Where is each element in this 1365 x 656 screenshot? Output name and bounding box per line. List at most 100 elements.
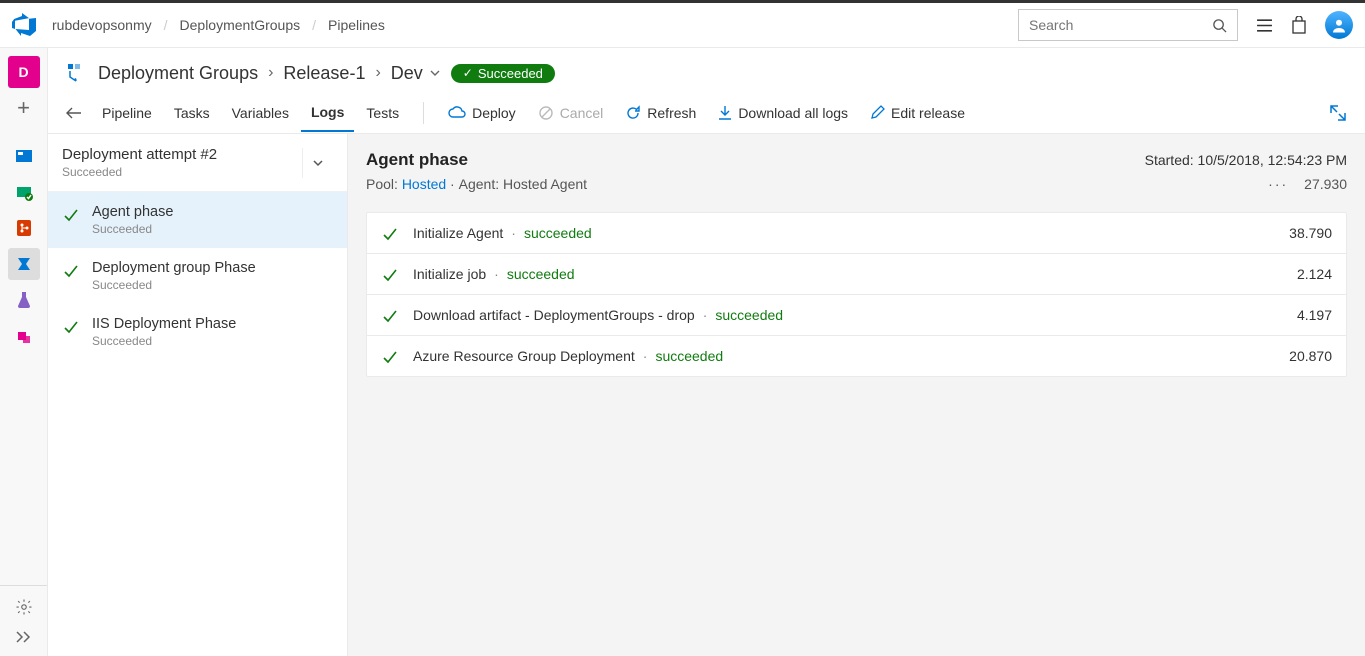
topbar: rubdevopsonmy / DeploymentGroups / Pipel… [0, 0, 1365, 48]
body: Deployment attempt #2 Succeeded Agent ph… [48, 134, 1365, 656]
collapse-icon[interactable] [15, 630, 33, 644]
chevron-down-icon [429, 67, 441, 79]
breadcrumb-area[interactable]: Pipelines [328, 17, 385, 33]
breadcrumb-sep: / [312, 17, 316, 33]
check-icon [381, 307, 399, 325]
settings-icon[interactable] [15, 598, 33, 616]
task-name: Download artifact - DeploymentGroups - d… [413, 307, 695, 323]
status-badge: Succeeded [451, 64, 555, 83]
dot-sep: · [494, 266, 499, 282]
source-icon[interactable] [8, 212, 40, 244]
cancel-button: Cancel [528, 105, 614, 121]
download-button[interactable]: Download all logs [708, 105, 858, 121]
check-icon [62, 318, 80, 348]
devops-logo-icon[interactable] [12, 13, 36, 37]
tab-variables[interactable]: Variables [222, 95, 299, 131]
more-menu[interactable]: ··· [1268, 176, 1288, 192]
breadcrumb-org[interactable]: rubdevopsonmy [52, 17, 152, 33]
page-title[interactable]: Deployment Groups [98, 63, 258, 84]
cancel-icon [538, 105, 554, 121]
task-time: 2.124 [1297, 266, 1332, 282]
tab-logs[interactable]: Logs [301, 94, 354, 132]
list-icon[interactable] [1256, 17, 1273, 34]
task-name: Initialize Agent [413, 225, 503, 241]
check-icon [381, 225, 399, 243]
deployment-icon [66, 62, 88, 84]
artifacts-icon[interactable] [8, 320, 40, 352]
task-status: succeeded [507, 266, 575, 282]
elapsed-time: 27.930 [1304, 176, 1347, 192]
dot-sep: · [703, 307, 708, 323]
task-time: 38.790 [1289, 225, 1332, 241]
task-time: 4.197 [1297, 307, 1332, 323]
phase-item[interactable]: Deployment group Phase Succeeded [48, 248, 347, 304]
phase-status: Succeeded [92, 222, 173, 236]
chevron-right-icon: › [375, 64, 380, 82]
pool-label: Pool: [366, 176, 398, 192]
task-name: Initialize job [413, 266, 486, 282]
attempt-dropdown[interactable] [302, 148, 333, 178]
task-status: succeeded [715, 307, 783, 323]
boards-icon[interactable] [8, 140, 40, 172]
detail-header: Agent phase Started: 10/5/2018, 12:54:23… [366, 150, 1365, 170]
avatar[interactable] [1325, 11, 1353, 39]
bag-icon[interactable] [1291, 16, 1307, 34]
task-name: Azure Resource Group Deployment [413, 348, 635, 364]
task-row[interactable]: Download artifact - DeploymentGroups - d… [367, 295, 1346, 336]
stage-name: Dev [391, 63, 423, 84]
breadcrumb-sep: / [164, 17, 168, 33]
breadcrumb-project[interactable]: DeploymentGroups [180, 17, 301, 33]
tab-pipeline[interactable]: Pipeline [92, 95, 162, 131]
task-status: succeeded [655, 348, 723, 364]
attempt-header: Deployment attempt #2 Succeeded [48, 134, 347, 192]
phase-name: Agent phase [92, 204, 173, 220]
download-icon [718, 105, 732, 121]
task-row[interactable]: Initialize Agent · succeeded 38.790 [367, 213, 1346, 254]
pool-link[interactable]: Hosted [402, 176, 446, 192]
cancel-label: Cancel [560, 105, 604, 121]
task-status: succeeded [524, 225, 592, 241]
phase-item[interactable]: IIS Deployment Phase Succeeded [48, 304, 347, 360]
search-input[interactable] [1029, 17, 1212, 33]
edit-button[interactable]: Edit release [860, 105, 975, 121]
check-icon [62, 262, 80, 292]
repos-icon[interactable] [8, 176, 40, 208]
check-icon [62, 206, 80, 236]
task-time: 20.870 [1289, 348, 1332, 364]
attempt-status: Succeeded [62, 165, 302, 179]
release-name[interactable]: Release-1 [283, 63, 365, 84]
phase-sidebar: Deployment attempt #2 Succeeded Agent ph… [48, 134, 348, 656]
fullscreen-icon[interactable] [1329, 104, 1347, 122]
tab-tests[interactable]: Tests [356, 95, 409, 131]
pipelines-icon[interactable] [8, 248, 40, 280]
project-tile[interactable]: D [8, 56, 40, 88]
check-icon [381, 348, 399, 366]
edit-label: Edit release [891, 105, 965, 121]
search-icon[interactable] [1212, 18, 1227, 33]
content: Deployment Groups › Release-1 › Dev Succ… [48, 48, 1365, 656]
detail-title: Agent phase [366, 150, 468, 170]
dot-sep: · [511, 225, 516, 241]
phase-name: Deployment group Phase [92, 260, 256, 276]
detail-subheader: Pool: Hosted · Agent: Hosted Agent ··· 2… [366, 176, 1365, 192]
dot-sep: · [446, 176, 458, 192]
refresh-button[interactable]: Refresh [615, 105, 706, 121]
agent-label: Agent: Hosted Agent [459, 176, 587, 192]
edit-icon [870, 105, 885, 120]
deploy-button[interactable]: Deploy [438, 105, 526, 121]
back-arrow-icon[interactable] [66, 106, 82, 120]
breadcrumb: rubdevopsonmy / DeploymentGroups / Pipel… [52, 17, 1018, 33]
task-row[interactable]: Azure Resource Group Deployment · succee… [367, 336, 1346, 376]
phase-status: Succeeded [92, 278, 256, 292]
tabs-row: Pipeline Tasks Variables Logs Tests Depl… [48, 92, 1365, 134]
test-icon[interactable] [8, 284, 40, 316]
refresh-icon [625, 105, 641, 121]
stage-selector[interactable]: Dev [391, 63, 441, 84]
search-box[interactable] [1018, 9, 1238, 41]
task-row[interactable]: Initialize job · succeeded 2.124 [367, 254, 1346, 295]
tab-tasks[interactable]: Tasks [164, 95, 220, 131]
add-icon[interactable]: + [8, 92, 40, 124]
chevron-right-icon: › [268, 64, 273, 82]
phase-item[interactable]: Agent phase Succeeded [48, 192, 347, 248]
divider [423, 102, 424, 124]
